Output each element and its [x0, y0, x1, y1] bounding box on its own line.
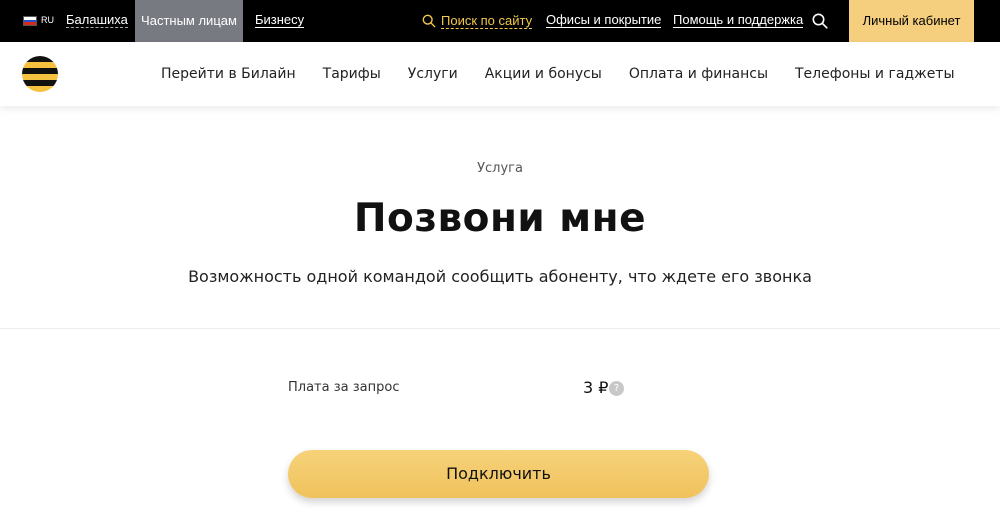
price-value: 3 ₽ — [583, 378, 609, 397]
nav-item-go-to-beeline[interactable]: Перейти в Билайн — [161, 66, 296, 82]
divider — [0, 328, 1000, 329]
beeline-logo-icon[interactable] — [22, 56, 58, 92]
top-bar: RU Балашиха Частным лицам Бизнесу Поиск … — [0, 0, 1000, 42]
main-navigation: Перейти в Билайн Тарифы Услуги Акции и б… — [0, 42, 1000, 106]
segment-business[interactable]: Бизнесу — [255, 13, 305, 28]
city-selector[interactable]: Балашиха — [66, 13, 128, 28]
price-label: Плата за запрос — [288, 380, 400, 395]
help-link[interactable]: Помощь и поддержка — [673, 13, 804, 28]
connect-button[interactable]: Подключить — [288, 450, 709, 498]
service-kicker: Услуга — [477, 161, 523, 176]
segment-private[interactable]: Частным лицам — [135, 0, 243, 42]
service-hero: Услуга Позвони мне Возможность одной ком… — [0, 106, 1000, 328]
help-icon[interactable]: ? — [609, 381, 624, 396]
page-title: Позвони мне — [353, 196, 647, 241]
search-link[interactable]: Поиск по сайту — [441, 13, 533, 29]
nav-item-payment[interactable]: Оплата и финансы — [629, 66, 768, 82]
russia-flag-icon[interactable] — [23, 16, 37, 26]
nav-item-promotions[interactable]: Акции и бонусы — [485, 66, 602, 82]
nav-item-services[interactable]: Услуги — [408, 66, 458, 82]
language-selector[interactable]: RU — [41, 15, 54, 25]
nav-item-tariffs[interactable]: Тарифы — [323, 66, 381, 82]
search-icon — [422, 14, 436, 28]
offices-link[interactable]: Офисы и покрытие — [546, 13, 662, 28]
page-subtitle: Возможность одной командой сообщить абон… — [188, 267, 812, 286]
personal-cabinet-button[interactable]: Личный кабинет — [849, 0, 974, 42]
search-icon[interactable] — [812, 13, 828, 29]
site-search[interactable]: Поиск по сайту — [422, 12, 533, 30]
nav-item-phones[interactable]: Телефоны и гаджеты — [795, 66, 955, 82]
nav-links: Перейти в Билайн Тарифы Услуги Акции и б… — [161, 42, 982, 106]
